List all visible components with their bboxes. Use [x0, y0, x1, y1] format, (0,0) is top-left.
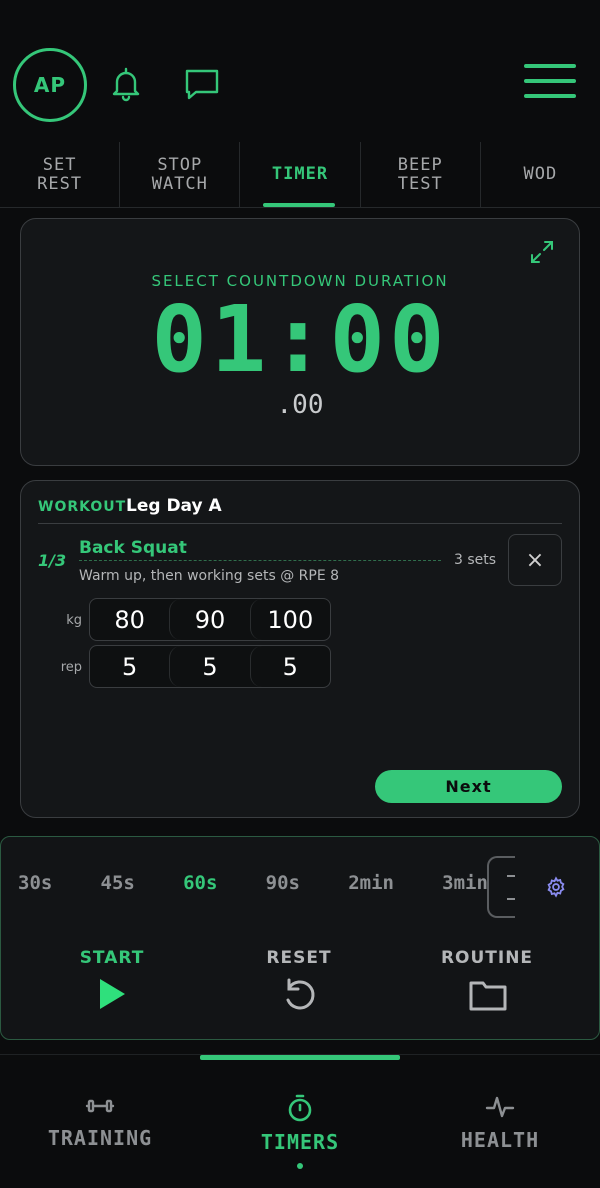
menu-icon: [524, 64, 576, 98]
rep-row: 5 5 5: [89, 645, 331, 688]
preset-30s[interactable]: 30s: [18, 872, 52, 894]
exercise-note: Warm up, then working sets @ RPE 8: [79, 568, 340, 584]
countdown-display[interactable]: 01:00: [20, 294, 580, 386]
tab-beep-test[interactable]: BEEP TEST: [361, 142, 481, 207]
workout-label: WORKOUT: [38, 499, 127, 515]
picker-dash-top: [507, 875, 515, 877]
routine-label: ROUTINE: [440, 948, 534, 968]
nav-health[interactable]: HEALTH: [400, 1094, 600, 1152]
nav-health-label: HEALTH: [460, 1128, 540, 1152]
tab-timer[interactable]: TIMER: [240, 142, 361, 207]
preset-2min[interactable]: 2min: [348, 872, 394, 894]
reset-label: RESET: [266, 948, 332, 968]
nav-training-label: TRAINING: [47, 1126, 153, 1150]
menu-button[interactable]: [524, 64, 576, 104]
fullscreen-button[interactable]: [528, 238, 556, 266]
expand-icon: [531, 241, 553, 263]
gear-icon: [547, 876, 565, 898]
next-exercise-button[interactable]: Next: [375, 770, 562, 803]
duration-presets: 30s 45s 60s 90s 2min 3min: [18, 872, 488, 894]
nav-training[interactable]: TRAINING: [0, 1094, 200, 1150]
chat-icon: [185, 69, 219, 100]
start-button[interactable]: [91, 974, 131, 1014]
nav-timers-label: TIMERS: [260, 1130, 340, 1154]
kg-set-1[interactable]: 80: [90, 599, 169, 640]
preset-3min[interactable]: 3min: [442, 872, 488, 894]
exercise-index: 1/3: [38, 551, 67, 570]
avatar-initials: AP: [33, 73, 67, 97]
preset-60s[interactable]: 60s: [183, 872, 217, 894]
notifications-button[interactable]: [106, 64, 146, 104]
remove-exercise-button[interactable]: ×: [508, 534, 562, 586]
nav-timers[interactable]: TIMERS: [200, 1094, 400, 1154]
play-icon: [100, 979, 125, 1009]
folder-icon: [469, 981, 507, 1011]
dumbbell-icon: [85, 1099, 115, 1113]
heartbeat-icon: [485, 1096, 515, 1118]
kg-set-3[interactable]: 100: [249, 599, 330, 640]
rep-set-2[interactable]: 5: [169, 646, 249, 687]
preset-90s[interactable]: 90s: [266, 872, 300, 894]
rep-set-3[interactable]: 5: [249, 646, 330, 687]
exercise-name: Back Squat: [79, 538, 187, 558]
tab-wod[interactable]: WOD: [481, 142, 600, 207]
messages-button[interactable]: [182, 64, 222, 104]
preset-45s[interactable]: 45s: [101, 872, 135, 894]
nav-active-dot: [297, 1163, 303, 1169]
close-icon: ×: [525, 547, 545, 573]
timer-settings-button[interactable]: [545, 876, 567, 898]
kg-row-label: kg: [66, 613, 82, 628]
rep-set-1[interactable]: 5: [90, 646, 169, 687]
stopwatch-icon: [288, 1094, 312, 1122]
start-label: START: [79, 948, 145, 968]
tab-stopwatch[interactable]: STOP WATCH: [120, 142, 241, 207]
kg-row: 80 90 100: [89, 598, 331, 641]
bell-icon: [112, 67, 140, 102]
exercise-divider: [79, 560, 441, 561]
tab-set-rest[interactable]: SET REST: [0, 142, 121, 207]
custom-duration-picker[interactable]: [487, 856, 515, 918]
reset-icon: [286, 978, 315, 1010]
picker-dash-bottom: [507, 898, 515, 900]
exercise-sets: 3 sets: [454, 552, 497, 568]
nav-active-indicator: [200, 1055, 400, 1060]
workout-name: Leg Day A: [126, 496, 222, 516]
routine-button[interactable]: [468, 974, 508, 1014]
workout-divider: [38, 523, 562, 524]
avatar[interactable]: AP: [13, 48, 87, 122]
kg-set-2[interactable]: 90: [169, 599, 249, 640]
timer-mode-tabs: SET REST STOP WATCH TIMER BEEP TEST WOD: [0, 142, 600, 208]
reset-button[interactable]: [279, 974, 319, 1014]
countdown-fraction: .00: [276, 390, 324, 420]
rep-row-label: rep: [60, 660, 82, 675]
